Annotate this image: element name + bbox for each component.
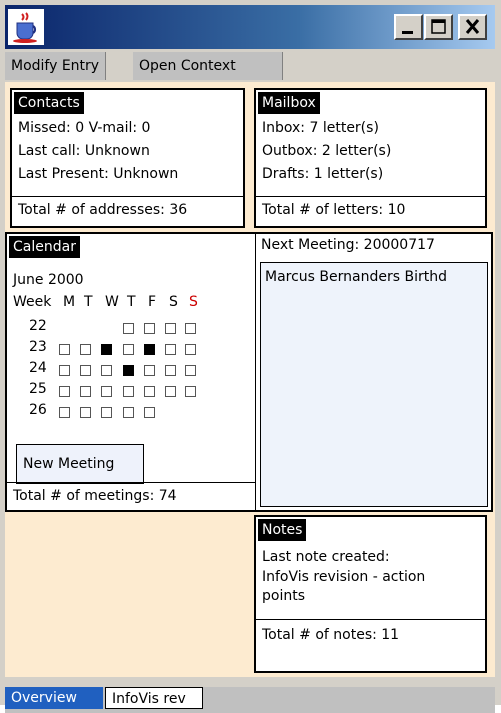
contacts-last-present: Last Present: Unknown — [18, 166, 179, 182]
calendar-day[interactable] — [185, 386, 196, 397]
calendar-day[interactable] — [123, 323, 134, 334]
divider — [255, 234, 256, 510]
overview-content: Contacts Missed: 0 V-mail: 0 Last call: … — [5, 82, 495, 677]
contacts-title: Contacts — [14, 92, 84, 114]
weekday-header-3: T — [127, 294, 136, 310]
calendar-day[interactable] — [59, 386, 70, 397]
calendar-day[interactable] — [123, 386, 134, 397]
notes-title: Notes — [258, 519, 307, 541]
calendar-day[interactable] — [144, 323, 155, 334]
meeting-entry[interactable]: Marcus Bernanders Birthd — [265, 269, 447, 285]
divider — [256, 619, 485, 620]
weekday-header-5: S — [169, 294, 178, 310]
week-number: 22 — [29, 318, 47, 334]
calendar-day[interactable] — [80, 365, 91, 376]
weekday-header-1: T — [84, 294, 93, 310]
java-cup-icon — [8, 9, 44, 45]
calendar-day[interactable] — [165, 323, 176, 334]
weekday-header-6: S — [189, 294, 198, 310]
notes-total: Total # of notes: 11 — [262, 627, 400, 643]
notes-last-note-title-cont: points — [262, 588, 305, 604]
weekday-header-2: W — [105, 294, 119, 310]
calendar-day-busy[interactable] — [101, 344, 112, 355]
title-bar[interactable] — [5, 5, 495, 49]
maximize-icon — [431, 19, 446, 34]
mailbox-outbox: Outbox: 2 letter(s) — [262, 143, 392, 159]
calendar-day[interactable] — [123, 407, 134, 418]
minimize-icon — [402, 31, 413, 34]
mailbox-drafts: Drafts: 1 letter(s) — [262, 166, 384, 182]
new-meeting-button[interactable]: New Meeting — [16, 444, 144, 484]
contacts-missed: Missed: 0 V-mail: 0 — [18, 120, 151, 136]
calendar-day[interactable] — [144, 386, 155, 397]
notes-last-note-title: InfoVis revision - action — [262, 569, 426, 585]
calendar-day[interactable] — [59, 344, 70, 355]
week-number: 26 — [29, 402, 47, 418]
week-number: 23 — [29, 339, 47, 355]
calendar-day[interactable] — [165, 344, 176, 355]
week-header: Week — [13, 294, 52, 310]
calendar-day[interactable] — [185, 365, 196, 376]
calendar-day[interactable] — [185, 323, 196, 334]
notes-last-created-label: Last note created: — [262, 549, 390, 565]
close-button[interactable] — [458, 14, 487, 40]
calendar-day[interactable] — [80, 407, 91, 418]
calendar-day[interactable] — [123, 344, 134, 355]
next-meeting-label: Next Meeting: 20000717 — [261, 237, 435, 253]
calendar-day[interactable] — [144, 407, 155, 418]
menu-open-context[interactable]: Open Context — [133, 52, 283, 80]
divider — [7, 482, 255, 483]
mailbox-title: Mailbox — [258, 92, 320, 114]
calendar-total: Total # of meetings: 74 — [13, 488, 177, 504]
calendar-day-busy[interactable] — [144, 344, 155, 355]
divider — [256, 196, 485, 197]
weekday-header-0: M — [63, 294, 76, 310]
tab-infovis-revision[interactable]: InfoVis rev — [105, 687, 203, 709]
calendar-day[interactable] — [101, 407, 112, 418]
calendar-day[interactable] — [165, 365, 176, 376]
application-window: Modify Entry Open Context Contacts Misse… — [0, 0, 501, 713]
calendar-day[interactable] — [59, 365, 70, 376]
weekday-header-4: F — [148, 294, 157, 310]
next-meeting-list[interactable]: Marcus Bernanders Birthd — [260, 262, 488, 507]
calendar-day[interactable] — [185, 344, 196, 355]
mailbox-total: Total # of letters: 10 — [262, 202, 406, 218]
mailbox-panel[interactable]: Mailbox Inbox: 7 letter(s) Outbox: 2 let… — [254, 88, 487, 228]
menu-modify-entry[interactable]: Modify Entry — [5, 52, 107, 80]
calendar-day[interactable] — [59, 407, 70, 418]
tab-overview[interactable]: Overview — [5, 687, 103, 709]
calendar-day-busy[interactable] — [123, 365, 134, 376]
week-number: 25 — [29, 381, 47, 397]
menu-bar: Modify Entry Open Context — [5, 49, 495, 82]
mailbox-inbox: Inbox: 7 letter(s) — [262, 120, 379, 136]
divider — [12, 196, 243, 197]
notes-panel[interactable]: Notes Last note created: InfoVis revisio… — [254, 515, 487, 673]
calendar-month: June 2000 — [13, 272, 84, 288]
calendar-day[interactable] — [101, 386, 112, 397]
calendar-title: Calendar — [9, 236, 80, 258]
close-icon — [465, 19, 480, 34]
calendar-day[interactable] — [80, 344, 91, 355]
calendar-day[interactable] — [101, 365, 112, 376]
week-number: 24 — [29, 360, 47, 376]
calendar-day[interactable] — [80, 386, 91, 397]
tab-bar: Overview InfoVis rev — [5, 687, 495, 713]
minimize-button[interactable] — [394, 14, 423, 40]
contacts-last-call: Last call: Unknown — [18, 143, 150, 159]
contacts-panel[interactable]: Contacts Missed: 0 V-mail: 0 Last call: … — [10, 88, 245, 228]
contacts-total: Total # of addresses: 36 — [18, 202, 188, 218]
calendar-day[interactable] — [144, 365, 155, 376]
maximize-button[interactable] — [424, 14, 453, 40]
calendar-day[interactable] — [165, 386, 176, 397]
